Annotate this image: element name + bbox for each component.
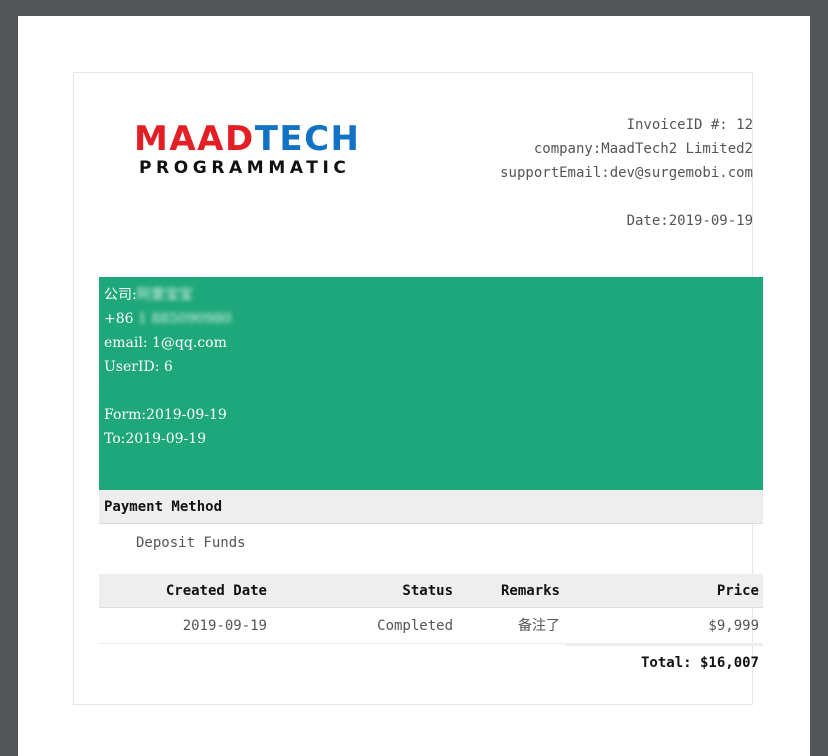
client-company-value: 阿里宝宝 xyxy=(136,287,193,303)
client-phone-prefix: +86 xyxy=(104,311,138,327)
invoice-company: company:MaadTech2 Limited2 xyxy=(533,141,753,157)
header-status: Status xyxy=(402,583,453,599)
row-created-date: 2019-09-19 xyxy=(182,618,267,634)
client-period-from: Form:2019-09-19 xyxy=(104,407,227,423)
invoice-total: Total: $16,007 xyxy=(640,655,759,671)
invoice-date: Date:2019-09-19 xyxy=(626,213,753,229)
company-logo: MAADTECH PROGRAMMATIC xyxy=(134,119,359,181)
row-price: $9,999 xyxy=(708,618,759,634)
invoice-meta: InvoiceID #: 12 company:MaadTech2 Limite… xyxy=(500,113,753,233)
payment-method-heading: Payment Method xyxy=(99,490,763,524)
client-phone: +86 1 885090980 xyxy=(104,307,763,331)
client-company-label: 公司: xyxy=(104,287,137,303)
header-created-date: Created Date xyxy=(165,583,267,599)
logo-word-tech: TECH xyxy=(254,119,361,159)
client-email: email: 1@qq.com xyxy=(104,335,227,351)
client-phone-value: 1 885090980 xyxy=(138,311,232,327)
row-remarks: 备注了 xyxy=(518,618,560,634)
logo-word-maad: MAAD xyxy=(134,119,255,159)
table-row: 2019-09-19 Completed 备注了 $9,999 xyxy=(99,609,763,644)
row-status: Completed xyxy=(377,618,453,634)
items-table-header: Created Date Status Remarks Price xyxy=(99,574,763,608)
header-remarks: Remarks xyxy=(500,583,560,599)
total-divider xyxy=(565,644,763,646)
header-price: Price xyxy=(716,583,759,599)
invoice-id: InvoiceID #: 12 xyxy=(626,117,753,133)
logo-tagline: PROGRAMMATIC xyxy=(139,158,351,178)
client-company: 公司:阿里宝宝 xyxy=(104,283,763,307)
payment-method-value: Deposit Funds xyxy=(136,535,246,551)
invoice-support-email: supportEmail:dev@surgemobi.com xyxy=(500,165,753,181)
client-info-panel: 公司:阿里宝宝 +86 1 885090980 email: 1@qq.com … xyxy=(99,277,763,490)
client-userid: UserID: 6 xyxy=(104,359,173,375)
client-period-to: To:2019-09-19 xyxy=(104,431,207,447)
logo-wordmark: MAADTECH xyxy=(134,119,359,159)
